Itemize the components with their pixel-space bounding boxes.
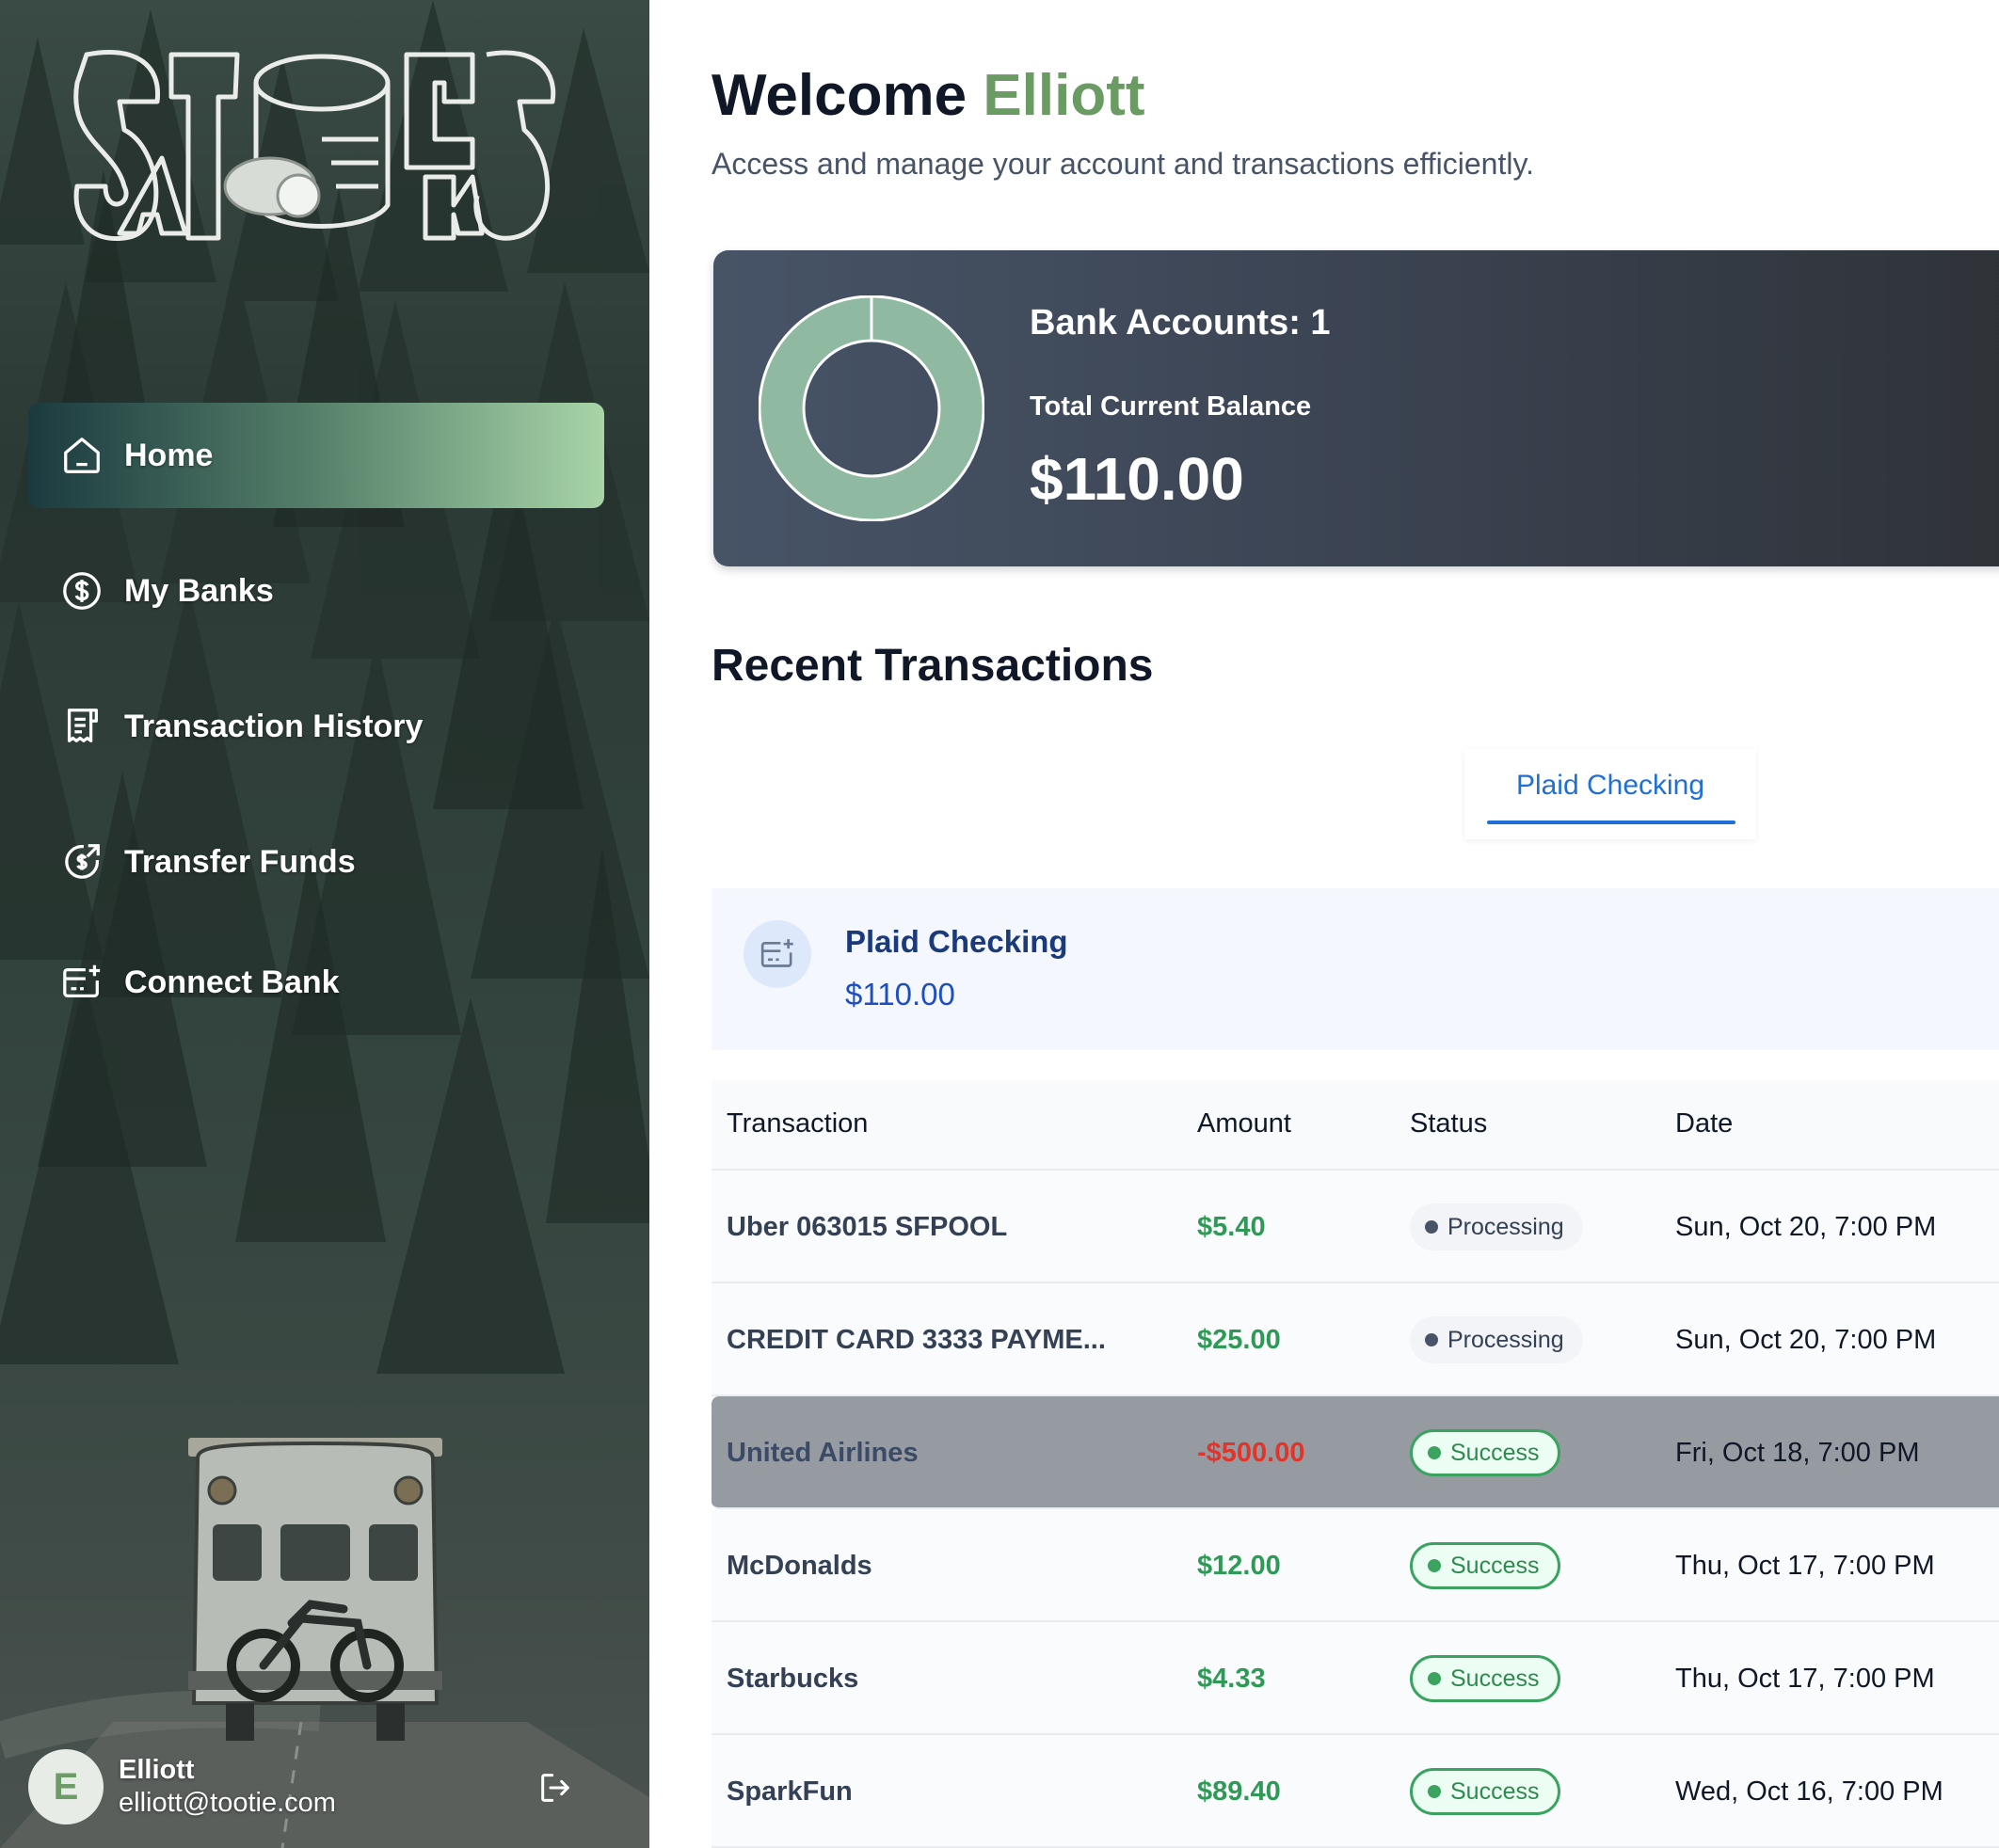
transaction-amount: $25.00 [1197, 1324, 1281, 1355]
transaction-name: Uber 063015 SFPOOL [727, 1211, 1008, 1242]
transaction-name: SparkFun [727, 1776, 853, 1807]
avatar: E [28, 1749, 104, 1824]
dollar-circle-icon [60, 569, 104, 613]
sidebar-item-transaction-history[interactable]: Transaction History [28, 674, 604, 779]
status-badge: Success [1410, 1655, 1561, 1702]
home-icon [60, 434, 104, 477]
table-header: Transaction Amount Status Date [712, 1080, 1999, 1171]
transaction-amount: $89.40 [1197, 1776, 1281, 1807]
transaction-date: Sun, Oct 20, 7:00 PM [1675, 1211, 1937, 1242]
table-row[interactable]: McDonalds $12.00 Success Thu, Oct 17, 7:… [712, 1509, 1999, 1622]
transaction-amount: $4.33 [1197, 1663, 1266, 1694]
balance-donut-chart [759, 295, 984, 521]
table-row[interactable]: Uber 063015 SFPOOL $5.40 Processing Sun,… [712, 1171, 1999, 1283]
page-title: Welcome Elliott [712, 63, 1145, 128]
card-add-icon [744, 920, 811, 988]
status-badge: Success [1410, 1768, 1561, 1815]
receipt-icon [60, 705, 104, 748]
money-send-icon [60, 840, 104, 884]
sidebar: Home My Banks Transaction History Transf… [0, 0, 649, 1848]
welcome-user-name: Elliott [983, 63, 1145, 128]
account-info-card: Plaid Checking $110.00 [712, 888, 1999, 1050]
bank-accounts-count: Bank Accounts: 1 [1030, 303, 1331, 343]
table-row[interactable]: SparkFun $89.40 Success Wed, Oct 16, 7:0… [712, 1735, 1999, 1848]
total-balance-value: $110.00 [1030, 445, 1244, 513]
transaction-name: Starbucks [727, 1663, 859, 1694]
sidebar-item-transfer-funds[interactable]: Transfer Funds [28, 809, 604, 915]
transaction-amount: -$500.00 [1197, 1437, 1305, 1468]
transaction-date: Thu, Oct 17, 7:00 PM [1675, 1663, 1935, 1694]
sidebar-item-label: Home [124, 437, 214, 473]
total-balance-card: Bank Accounts: 1 Total Current Balance $… [713, 250, 1999, 566]
sidebar-item-label: My Banks [124, 572, 274, 609]
status-badge: Processing [1410, 1203, 1583, 1251]
status-badge: Success [1410, 1542, 1561, 1589]
user-name: Elliott [119, 1755, 195, 1785]
column-header-amount: Amount [1197, 1108, 1291, 1139]
status-badge: Processing [1410, 1316, 1583, 1363]
sidebar-item-home[interactable]: Home [28, 403, 604, 508]
recent-transactions-title: Recent Transactions [712, 641, 1154, 691]
sidebar-item-label: Transaction History [124, 708, 424, 744]
logout-icon[interactable] [536, 1769, 574, 1807]
brand-logo [73, 49, 556, 242]
tab-plaid-checking[interactable]: Plaid Checking [1464, 749, 1756, 839]
column-header-status: Status [1410, 1108, 1488, 1139]
page-subtitle: Access and manage your account and trans… [712, 147, 1534, 181]
main-content: Welcome Elliott Access and manage your a… [712, 0, 1999, 1848]
sidebar-item-label: Connect Bank [124, 964, 340, 1000]
transaction-date: Fri, Oct 18, 7:00 PM [1675, 1437, 1920, 1468]
transaction-name: CREDIT CARD 3333 PAYME... [727, 1324, 1106, 1355]
table-row[interactable]: CREDIT CARD 3333 PAYME... $25.00 Process… [712, 1283, 1999, 1396]
transaction-amount: $12.00 [1197, 1550, 1281, 1581]
account-name: Plaid Checking [845, 924, 1068, 959]
sidebar-item-label: Transfer Funds [124, 843, 356, 880]
transaction-amount: $5.40 [1197, 1211, 1266, 1242]
tab-active-indicator [1487, 820, 1735, 824]
account-balance: $110.00 [845, 977, 955, 1012]
transaction-name: United Airlines [727, 1437, 919, 1468]
sidebar-item-connect-bank[interactable]: Connect Bank [28, 930, 604, 1035]
card-add-icon [60, 961, 104, 1004]
status-badge: Success [1410, 1429, 1561, 1476]
transaction-date: Thu, Oct 17, 7:00 PM [1675, 1550, 1935, 1581]
user-profile: E Elliott elliott@tootie.com [28, 1746, 612, 1827]
transaction-date: Sun, Oct 20, 7:00 PM [1675, 1324, 1937, 1355]
bus-image [188, 1438, 442, 1741]
transaction-name: McDonalds [727, 1550, 872, 1581]
user-email: elliott@tootie.com [119, 1788, 336, 1818]
transaction-date: Wed, Oct 16, 7:00 PM [1675, 1776, 1943, 1807]
table-row[interactable]: Starbucks $4.33 Success Thu, Oct 17, 7:0… [712, 1622, 1999, 1735]
column-header-date: Date [1675, 1108, 1734, 1139]
total-balance-label: Total Current Balance [1030, 391, 1312, 422]
table-row[interactable]: United Airlines -$500.00 Success Fri, Oc… [712, 1396, 1999, 1509]
column-header-transaction: Transaction [727, 1108, 869, 1139]
tab-label: Plaid Checking [1515, 770, 1705, 801]
sidebar-item-my-banks[interactable]: My Banks [28, 538, 604, 644]
